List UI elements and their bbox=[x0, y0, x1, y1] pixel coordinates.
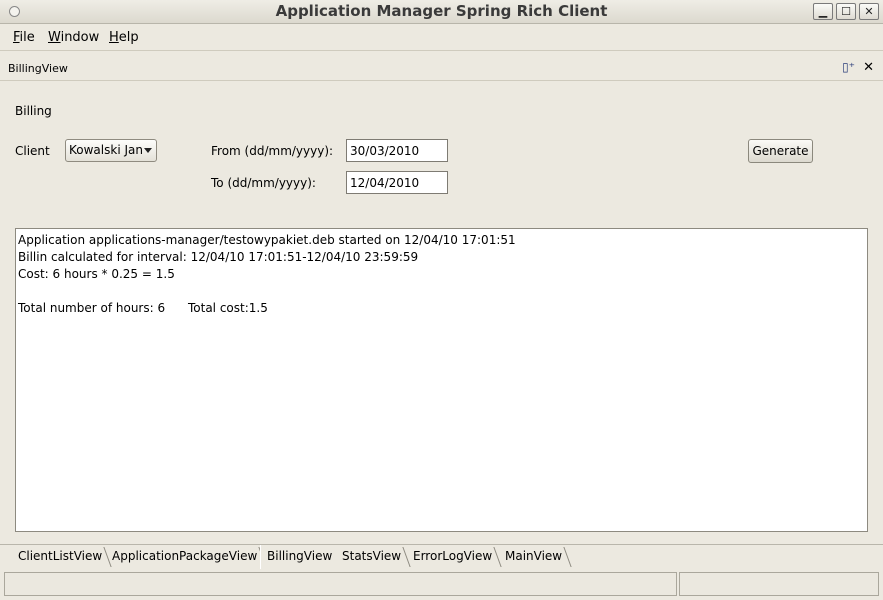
output-line: Cost: 6 hours * 0.25 = 1.5 bbox=[18, 267, 175, 281]
close-view-icon[interactable]: ✕ bbox=[863, 60, 874, 75]
status-bar bbox=[0, 570, 883, 600]
tab-application-package[interactable]: ApplicationPackageView bbox=[112, 547, 267, 567]
window-title: Application Manager Spring Rich Client bbox=[275, 2, 608, 20]
client-dropdown[interactable]: Kowalski Jan bbox=[65, 139, 157, 162]
tab-stats[interactable]: StatsView bbox=[342, 547, 411, 567]
client-dropdown-value: Kowalski Jan bbox=[69, 143, 143, 157]
menu-window-mnemonic: W bbox=[48, 30, 61, 45]
from-label: From (dd/mm/yyyy): bbox=[211, 144, 334, 158]
pin-icon[interactable]: ▯⁺ bbox=[842, 60, 855, 74]
tab-error-log[interactable]: ErrorLogView bbox=[413, 547, 502, 567]
billing-section-label: Billing bbox=[15, 104, 52, 118]
title-bar: Application Manager Spring Rich Client ▁… bbox=[0, 0, 883, 24]
tab-label: StatsView bbox=[342, 549, 402, 563]
menu-file[interactable]: File bbox=[13, 30, 35, 45]
menu-window[interactable]: Window bbox=[48, 30, 99, 45]
status-message bbox=[4, 572, 677, 596]
to-date-field[interactable] bbox=[346, 171, 448, 194]
maximize-button[interactable]: ☐ bbox=[836, 3, 856, 20]
status-progress bbox=[679, 572, 879, 596]
close-button[interactable]: ✕ bbox=[859, 3, 879, 20]
tab-label: BillingView bbox=[267, 549, 333, 563]
from-date-field[interactable] bbox=[346, 139, 448, 162]
tab-client-list[interactable]: ClientListView bbox=[18, 547, 112, 567]
menu-help[interactable]: Help bbox=[109, 30, 139, 45]
generate-button[interactable]: Generate bbox=[748, 139, 813, 163]
menu-help-mnemonic: H bbox=[109, 30, 119, 45]
menu-window-label: indow bbox=[60, 30, 100, 45]
output-line: Application applications-manager/testowy… bbox=[18, 233, 516, 247]
minimize-button[interactable]: ▁ bbox=[813, 3, 833, 20]
view-tabs: ClientListView ApplicationPackageView Bi… bbox=[0, 544, 883, 569]
tab-main[interactable]: MainView bbox=[505, 547, 572, 567]
output-line: Total number of hours: 6 Total cost:1.5 bbox=[18, 301, 268, 315]
tab-label: ApplicationPackageView bbox=[112, 549, 258, 563]
view-title: BillingView bbox=[8, 62, 68, 75]
dropdown-arrow-icon bbox=[144, 148, 152, 153]
menu-bar: File Window Help bbox=[0, 25, 883, 51]
to-label: To (dd/mm/yyyy): bbox=[211, 176, 316, 190]
view-title-bar: BillingView ▯⁺ ✕ bbox=[0, 57, 883, 81]
menu-file-label: ile bbox=[19, 30, 35, 45]
tab-label: MainView bbox=[505, 549, 563, 563]
output-line: Billin calculated for interval: 12/04/10… bbox=[18, 250, 419, 264]
tab-billing[interactable]: BillingView bbox=[260, 545, 339, 569]
menu-help-label: elp bbox=[118, 30, 139, 45]
tab-label: ErrorLogView bbox=[413, 549, 493, 563]
client-label: Client bbox=[15, 144, 50, 158]
billing-output-area[interactable]: Application applications-manager/testowy… bbox=[15, 228, 868, 532]
tab-label: ClientListView bbox=[18, 549, 103, 563]
